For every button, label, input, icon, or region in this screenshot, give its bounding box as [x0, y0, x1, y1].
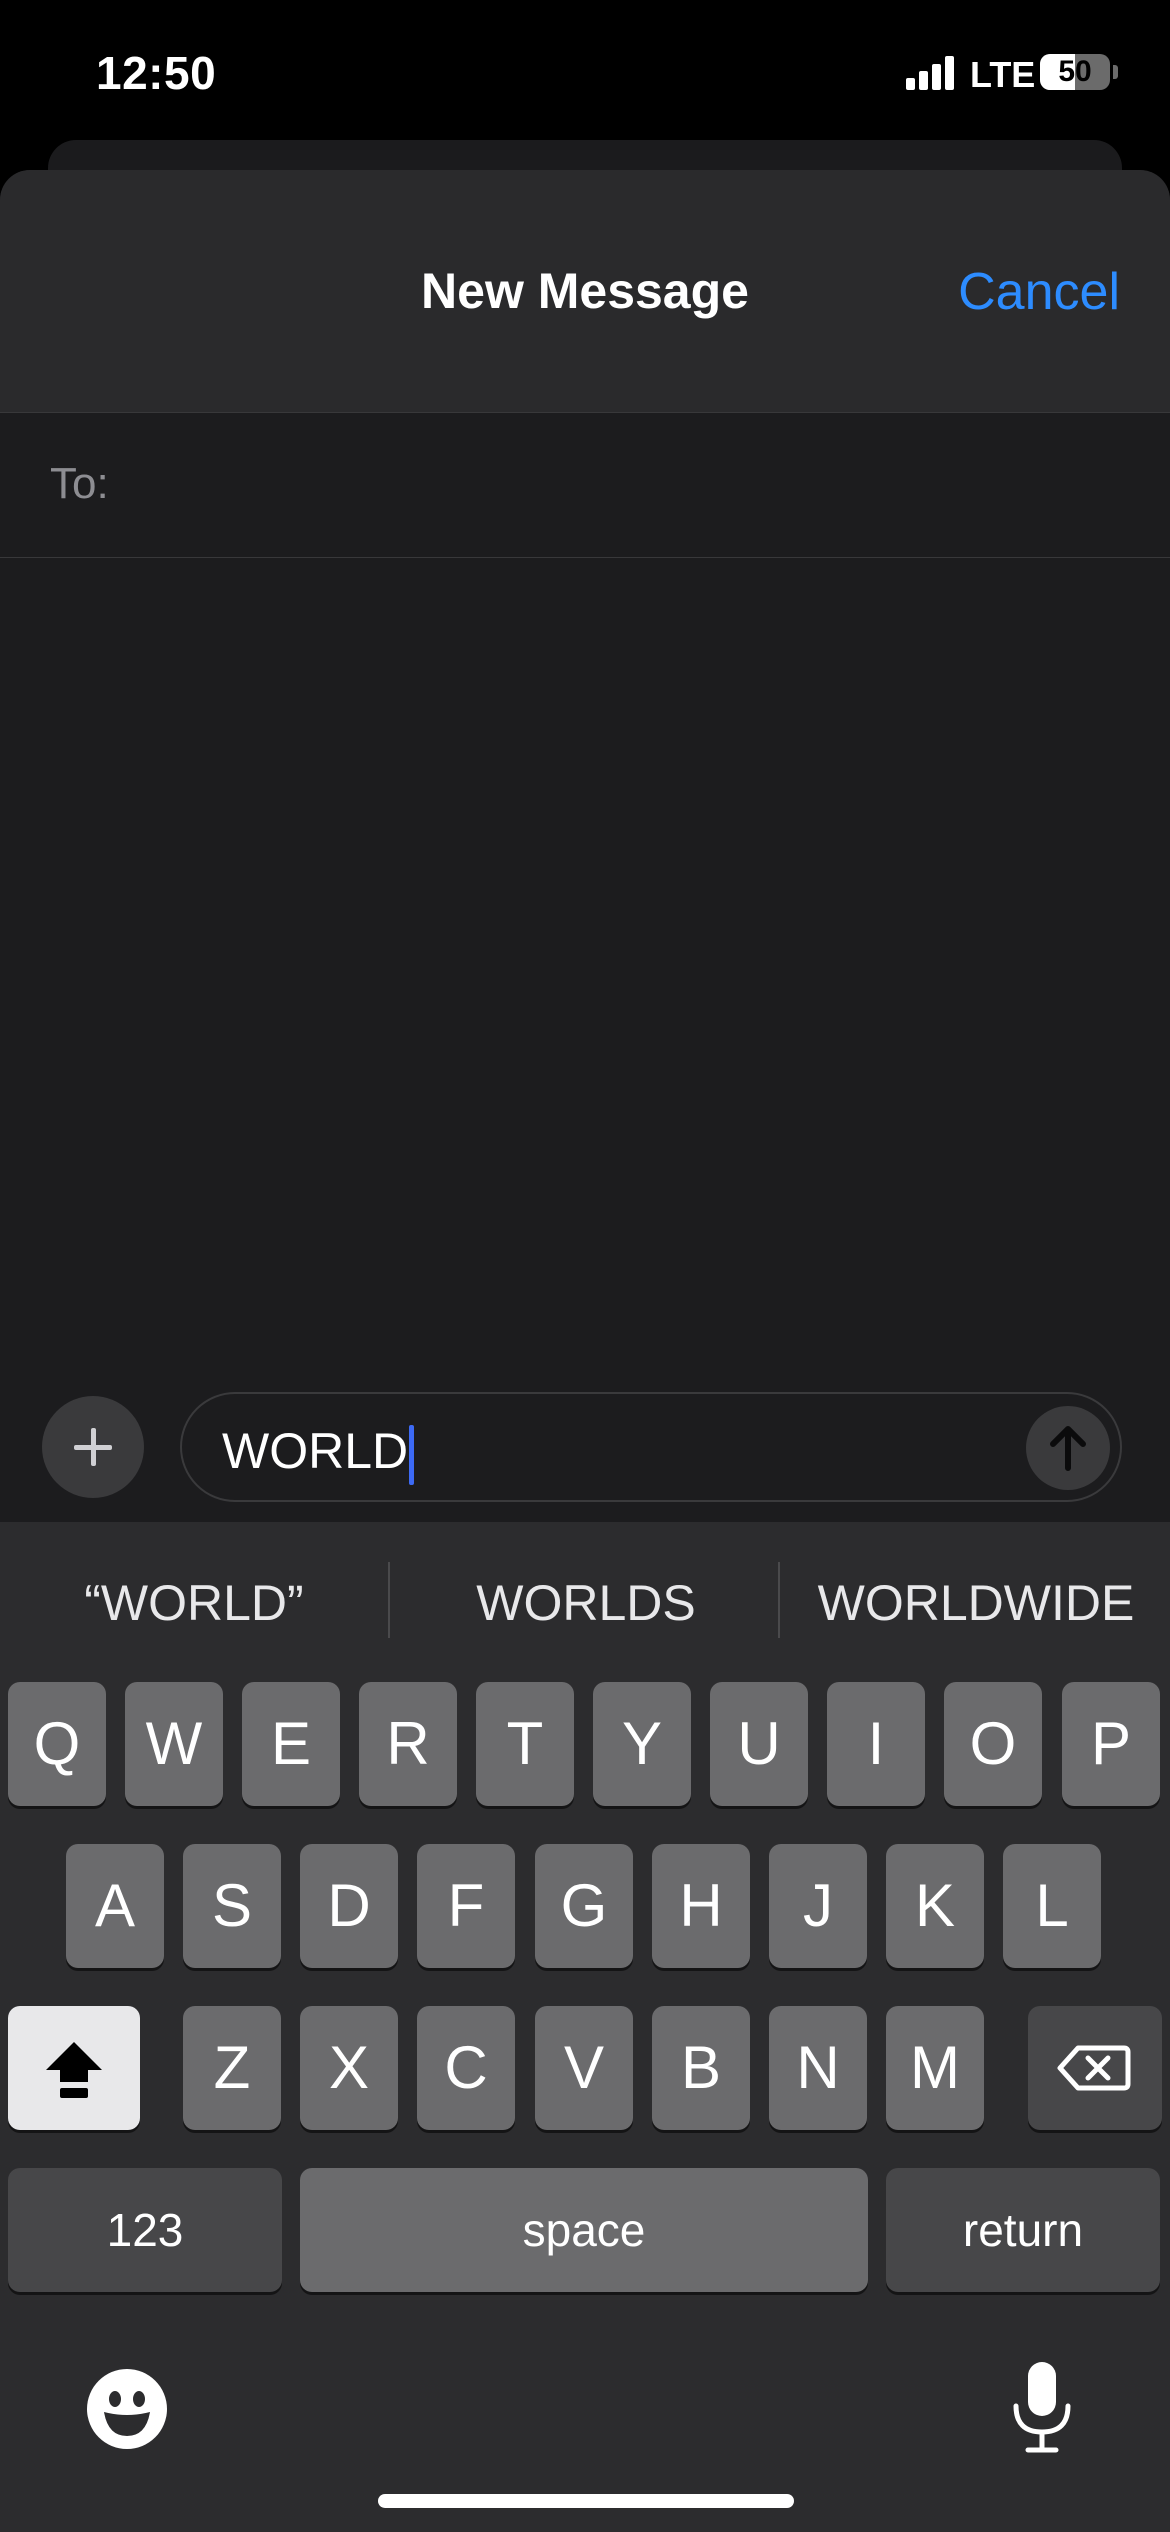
key-t[interactable]: T [476, 1682, 574, 1806]
key-n[interactable]: N [769, 2006, 867, 2130]
suggestion-1[interactable]: “WORLD” [4, 1574, 384, 1632]
key-c[interactable]: C [417, 2006, 515, 2130]
home-indicator[interactable] [378, 2494, 794, 2508]
key-x[interactable]: X [300, 2006, 398, 2130]
key-u[interactable]: U [710, 1682, 808, 1806]
suggestion-2[interactable]: WORLDS [396, 1574, 776, 1632]
recipient-input[interactable] [150, 443, 1110, 523]
send-button[interactable] [1026, 1406, 1110, 1490]
dictation-button[interactable] [1010, 2360, 1074, 2456]
key-q[interactable]: Q [8, 1682, 106, 1806]
key-r[interactable]: R [359, 1682, 457, 1806]
key-e[interactable]: E [242, 1682, 340, 1806]
microphone-icon [1013, 2362, 1071, 2453]
compose-bar: WORLD [0, 1366, 1170, 1530]
suggestion-divider [388, 1562, 390, 1638]
key-o[interactable]: O [944, 1682, 1042, 1806]
key-l[interactable]: L [1003, 1844, 1101, 1968]
send-arrow-icon [1050, 1426, 1086, 1471]
battery-percent: 50 [1058, 55, 1092, 88]
delete-key[interactable] [1028, 2006, 1162, 2130]
key-k[interactable]: K [886, 1844, 984, 1968]
key-b[interactable]: B [652, 2006, 750, 2130]
cancel-button[interactable]: Cancel [958, 262, 1120, 322]
key-f[interactable]: F [417, 1844, 515, 1968]
key-y[interactable]: Y [593, 1682, 691, 1806]
emoji-icon [87, 2369, 167, 2449]
key-w[interactable]: W [125, 1682, 223, 1806]
shift-icon [46, 2042, 102, 2098]
plus-icon[interactable] [42, 1396, 144, 1498]
battery-icon: 50 [1040, 54, 1110, 90]
delete-icon [1057, 2045, 1131, 2091]
suggestion-3[interactable]: WORLDWIDE [786, 1574, 1166, 1632]
space-key[interactable]: space [300, 2168, 868, 2292]
nav-bar: New Message Cancel [0, 170, 1170, 412]
message-value: WORLD [222, 1423, 409, 1479]
to-label: To: [50, 459, 109, 508]
key-j[interactable]: J [769, 1844, 867, 1968]
message-input[interactable]: WORLD [180, 1392, 1122, 1502]
status-time: 12:50 [96, 47, 217, 99]
shift-key[interactable] [8, 2006, 140, 2130]
recipient-row: To: [0, 412, 1170, 558]
message-text: WORLD [222, 1422, 415, 1485]
return-key[interactable]: return [886, 2168, 1160, 2292]
key-d[interactable]: D [300, 1844, 398, 1968]
signal-icon [906, 56, 954, 90]
key-g[interactable]: G [535, 1844, 633, 1968]
emoji-button[interactable] [86, 2368, 168, 2450]
key-s[interactable]: S [183, 1844, 281, 1968]
numbers-key[interactable]: 123 [8, 2168, 282, 2292]
suggestion-divider [778, 1562, 780, 1638]
key-z[interactable]: Z [183, 2006, 281, 2130]
key-i[interactable]: I [827, 1682, 925, 1806]
network-label: LTE [970, 54, 1036, 95]
key-h[interactable]: H [652, 1844, 750, 1968]
predictive-bar: “WORLD” WORLDS WORLDWIDE [0, 1522, 1170, 1682]
status-bar: 12:50 LTE 50 [0, 0, 1170, 150]
key-v[interactable]: V [535, 2006, 633, 2130]
key-p[interactable]: P [1062, 1682, 1160, 1806]
text-caret [409, 1424, 415, 1485]
keyboard: “WORLD” WORLDS WORLDWIDE Q W E R T Y U I… [0, 1522, 1170, 2532]
key-a[interactable]: A [66, 1844, 164, 1968]
battery-cap [1113, 65, 1118, 79]
key-m[interactable]: M [886, 2006, 984, 2130]
